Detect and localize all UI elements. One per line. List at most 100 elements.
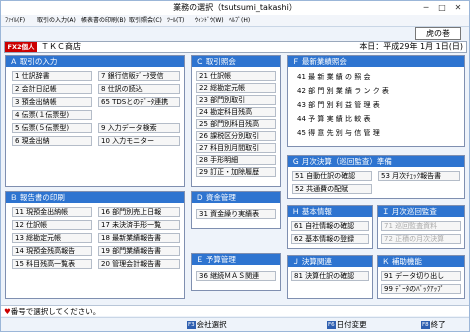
- menu-item-5[interactable]: 5 伝票(５伝票型): [12, 123, 92, 133]
- menu-item-18[interactable]: 18 最新業績報告書: [98, 233, 180, 243]
- status-message: 番号で選択してください。: [10, 307, 101, 316]
- menu-item-9[interactable]: 9 入力データ検索: [98, 123, 180, 133]
- menu-window[interactable]: ｳｨﾝﾄﾞｳ(W): [195, 15, 224, 27]
- menu-item-51[interactable]: 51 自動仕訳の確認: [292, 171, 372, 181]
- menu-item-27[interactable]: 27 科目別月間取引: [196, 143, 276, 153]
- menu-item-99[interactable]: 99 ﾃﾞｰﾀのﾊﾞｯｸｱｯﾌﾟ: [381, 284, 461, 294]
- menu-item-81[interactable]: 81 決算仕訳の確認: [291, 271, 369, 281]
- f6-label: 日付変更: [336, 320, 367, 329]
- menu-item-4[interactable]: 4 伝票(１伝票型): [12, 110, 92, 120]
- panel-title: Ｉ 月次巡回監査: [378, 206, 464, 217]
- f8-exit-button[interactable]: F8 終了: [421, 320, 446, 330]
- menu-item-43[interactable]: 43 部 門 別 利 益 管 理 表: [294, 100, 404, 110]
- menu-item-53[interactable]: 53 月次ﾁｪｯｸ報告書: [378, 171, 460, 181]
- panel-title: Ｈ 基本情報: [288, 206, 372, 217]
- menu-item-3[interactable]: 3 預金出納帳: [12, 97, 92, 107]
- menu-item-44[interactable]: 44 予 算 実 績 比 較 表: [294, 114, 404, 124]
- menu-item-61[interactable]: 61 自社情報の確認: [291, 221, 369, 231]
- f3-label: 会社選択: [196, 320, 227, 329]
- menu-transaction-input[interactable]: 取引の入力(A): [37, 15, 76, 27]
- panel-title: Ｂ 報告書の印刷: [6, 192, 184, 203]
- menu-item-11[interactable]: 11 現預金出納帳: [12, 207, 92, 217]
- menu-item-62[interactable]: 62 基本情報の登録: [291, 234, 369, 244]
- menu-item-2[interactable]: 2 会計日記帳: [12, 84, 92, 94]
- f3-company-select-button[interactable]: F3 会社選択: [187, 320, 227, 330]
- menu-item-16[interactable]: 16 部門別売上日報: [98, 207, 180, 217]
- menu-item-15[interactable]: 15 科目残高一覧表: [12, 259, 92, 269]
- menu-report-print[interactable]: 帳表書の印刷(B): [81, 15, 126, 27]
- panel-closing-related: Ｊ 決算関連 81 決算仕訳の確認: [287, 255, 373, 299]
- menu-tools[interactable]: ﾂｰﾙ(T): [167, 15, 184, 27]
- menu-item-12[interactable]: 12 仕訳帳: [12, 220, 92, 230]
- panel-auxiliary: Ｋ 補助機能 91 データ切り出し 99 ﾃﾞｰﾀのﾊﾞｯｸｱｯﾌﾟ: [377, 255, 465, 299]
- title-bar: 業務の選択（tsutsumi_takashi） ─ □ ✕: [1, 1, 469, 15]
- menu-item-20[interactable]: 20 管理会計報告書: [98, 259, 180, 269]
- menu-item-14[interactable]: 14 現預金残高報告: [12, 246, 92, 256]
- menu-item-7[interactable]: 7 銀行信販ﾃﾞｰﾀ受信: [98, 71, 180, 81]
- panel-title: Ｄ 資金管理: [192, 192, 280, 203]
- menu-item-91[interactable]: 91 データ切り出し: [381, 271, 461, 281]
- company-name: ＴＫＣ商店: [41, 42, 81, 51]
- menu-bar: ﾌｧｲﾙ(F) 取引の入力(A) 帳表書の印刷(B) 取引照会(C) ﾂｰﾙ(T…: [1, 15, 469, 27]
- company-bar: FX2個人 ＴＫＣ商店 本日：平成29年 1月 1日(日): [4, 41, 467, 53]
- panel-title: Ａ 取引の入力: [6, 56, 184, 67]
- close-button[interactable]: ✕: [451, 2, 465, 13]
- menu-item-42[interactable]: 42 部 門 別 業 績 ラ ン ク 表: [294, 86, 404, 96]
- menu-item-1[interactable]: 1 仕訳辞書: [12, 71, 92, 81]
- panel-title: Ｅ 予算管理: [192, 254, 280, 265]
- panel-monthly-closing-prep: Ｇ 月次決算（巡回監査）準備 51 自動仕訳の確認 52 共通費の配賦 53 月…: [287, 155, 465, 199]
- menu-item-41[interactable]: 41 最 新 業 績 の 照 会: [294, 72, 404, 82]
- menu-item-25[interactable]: 25 部門別科目残高: [196, 119, 276, 129]
- panel-latest-performance: Ｆ 最新業績照会 41 最 新 業 績 の 照 会 42 部 門 別 業 績 ラ…: [287, 55, 465, 147]
- f3-key-label: F3: [187, 321, 196, 329]
- panel-title: Ｋ 補助機能: [378, 256, 464, 267]
- menu-item-65[interactable]: 65 TDSとのﾃﾞｰﾀ連携: [98, 97, 180, 107]
- menu-item-29[interactable]: 29 訂正・加除履歴: [196, 167, 276, 177]
- menu-item-24[interactable]: 24 勘定科目残高: [196, 107, 276, 117]
- panel-monthly-audit: Ｉ 月次巡回監査 71 巡回監査資料 72 正積の月次決算: [377, 205, 465, 249]
- menu-item-72: 72 正積の月次決算: [381, 234, 461, 244]
- menu-file[interactable]: ﾌｧｲﾙ(F): [5, 15, 25, 27]
- menu-item-19[interactable]: 19 部門業績報告書: [98, 246, 180, 256]
- panel-report-print: Ｂ 報告書の印刷 11 現預金出納帳 12 仕訳帳 13 総勘定元帳 14 現預…: [5, 191, 185, 299]
- menu-item-31[interactable]: 31 資金繰り実績表: [196, 209, 276, 219]
- application-window: 業務の選択（tsutsumi_takashi） ─ □ ✕ ﾌｧｲﾙ(F) 取引…: [0, 0, 470, 332]
- f8-key-label: F8: [421, 321, 430, 329]
- status-bar: ♥番号で選択してください。: [1, 305, 469, 316]
- system-badge: FX2個人: [5, 42, 37, 52]
- panel-basic-info: Ｈ 基本情報 61 自社情報の確認 62 基本情報の登録: [287, 205, 373, 249]
- menu-item-26[interactable]: 26 課税区分別取引: [196, 131, 276, 141]
- menu-item-52[interactable]: 52 共通費の配賦: [292, 184, 372, 194]
- menu-item-10[interactable]: 10 入力モニター: [98, 136, 180, 146]
- f6-date-change-button[interactable]: F6 日付変更: [327, 320, 367, 330]
- menu-transaction-inquiry[interactable]: 取引照会(C): [129, 15, 162, 27]
- menu-item-36[interactable]: 36 継続ＭＡＳ関連: [196, 271, 276, 281]
- panel-title: Ｆ 最新業績照会: [288, 56, 464, 67]
- menu-item-8[interactable]: 8 仕訳の読込: [98, 84, 180, 94]
- panel-transaction-inquiry: Ｃ 取引照会 21 仕訳帳 22 総勘定元帳 23 部門別取引 24 勘定科目残…: [191, 55, 281, 187]
- panel-transaction-input: Ａ 取引の入力 1 仕訳辞書 2 会計日記帳 3 預金出納帳 4 伝票(１伝票型…: [5, 55, 185, 187]
- panel-budget-management: Ｅ 予算管理 36 継続ＭＡＳ関連: [191, 253, 281, 291]
- panel-title: Ｇ 月次決算（巡回監査）準備: [288, 156, 464, 167]
- heart-icon: ♥: [4, 307, 11, 316]
- window-title: 業務の選択（tsutsumi_takashi）: [173, 3, 297, 12]
- current-date: 本日：平成29年 1月 1日(日): [359, 42, 463, 51]
- menu-item-21[interactable]: 21 仕訳帳: [196, 71, 276, 81]
- function-key-bar: F3 会社選択 F6 日付変更 F8 終了: [1, 317, 469, 331]
- menu-item-28[interactable]: 28 手形明細: [196, 155, 276, 165]
- menu-item-13[interactable]: 13 総勘定元帳: [12, 233, 92, 243]
- tora-no-maki-button[interactable]: 虎の巻: [415, 27, 461, 40]
- minimize-button[interactable]: ─: [419, 2, 433, 13]
- menu-help[interactable]: ﾍﾙﾌﾟ(H): [229, 15, 250, 27]
- panel-title: Ｃ 取引照会: [192, 56, 280, 67]
- maximize-button[interactable]: □: [435, 2, 449, 13]
- f6-key-label: F6: [327, 321, 336, 329]
- menu-item-71: 71 巡回監査資料: [381, 221, 461, 231]
- menu-item-23[interactable]: 23 部門別取引: [196, 95, 276, 105]
- menu-item-22[interactable]: 22 総勘定元帳: [196, 83, 276, 93]
- panel-title: Ｊ 決算関連: [288, 256, 372, 267]
- menu-item-17[interactable]: 17 未決済手形一覧: [98, 220, 180, 230]
- menu-item-6[interactable]: 6 現金出納: [12, 136, 92, 146]
- menu-item-45[interactable]: 45 得 意 先 別 与 信 管 理: [294, 128, 404, 138]
- f8-label: 終了: [430, 320, 446, 329]
